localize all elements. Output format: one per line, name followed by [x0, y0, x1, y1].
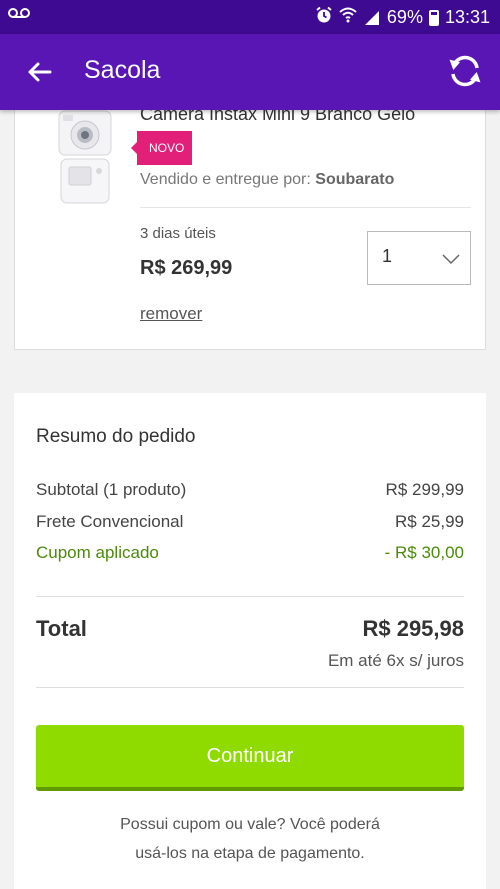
remove-link[interactable]: remover [140, 304, 202, 324]
alarm-icon [315, 6, 333, 29]
installments-info: Em até 6x s/ juros [327, 651, 464, 670]
wifi-icon [339, 7, 357, 28]
app-bar: Sacola [0, 34, 500, 110]
product-image[interactable] [53, 109, 119, 205]
seller-info: Vendido e entregue por: Soubarato [140, 171, 394, 189]
page-title: Sacola [84, 56, 161, 84]
seller-name: Soubarato [315, 171, 395, 188]
delivery-time: 3 dias úteis [140, 225, 216, 242]
clock: 13:31 [444, 7, 490, 27]
seller-prefix: Vendido e entregue por: [140, 171, 311, 188]
chevron-down-icon [442, 252, 460, 265]
summary-title: Resumo do pedido [36, 426, 196, 447]
battery-percent: 69% [386, 7, 423, 27]
coupon-note: Possui cupom ou vale? Você poderá usá-lo… [36, 810, 464, 868]
coupon-note-line2: usá-los na etapa de pagamento. [135, 845, 365, 862]
new-badge: NOVO [130, 131, 193, 165]
quantity-select[interactable]: 1 [367, 231, 471, 285]
arrow-left-icon[interactable] [24, 56, 56, 88]
continue-button[interactable]: Continuar [36, 725, 464, 791]
shipping-label: Frete Convencional [36, 512, 184, 531]
signal-icon [363, 10, 381, 26]
coupon-label: Cupom aplicado [36, 543, 159, 562]
battery-icon [428, 9, 439, 26]
coupon-value: - R$ 30,00 [384, 543, 464, 562]
shipping-value: R$ 25,99 [395, 512, 464, 531]
divider [36, 596, 464, 597]
product-price: R$ 269,99 [140, 257, 233, 279]
total-label: Total [36, 616, 87, 641]
order-summary: Resumo do pedido Subtotal (1 produto) R$… [14, 393, 486, 889]
subtotal-value: R$ 299,99 [385, 480, 464, 499]
status-bar: 69% 13:31 [0, 0, 500, 34]
refresh-icon[interactable] [446, 52, 484, 90]
quantity-value: 1 [382, 246, 393, 266]
total-value: R$ 295,98 [362, 616, 464, 641]
coupon-note-line1: Possui cupom ou vale? Você poderá [120, 816, 380, 833]
divider [36, 687, 464, 688]
voicemail-icon [8, 6, 30, 24]
subtotal-label: Subtotal (1 produto) [36, 480, 187, 499]
cart-item-card: Câmera Instax Mini 9 Branco Gelo NOVO Ve… [14, 94, 486, 350]
divider [140, 207, 471, 208]
